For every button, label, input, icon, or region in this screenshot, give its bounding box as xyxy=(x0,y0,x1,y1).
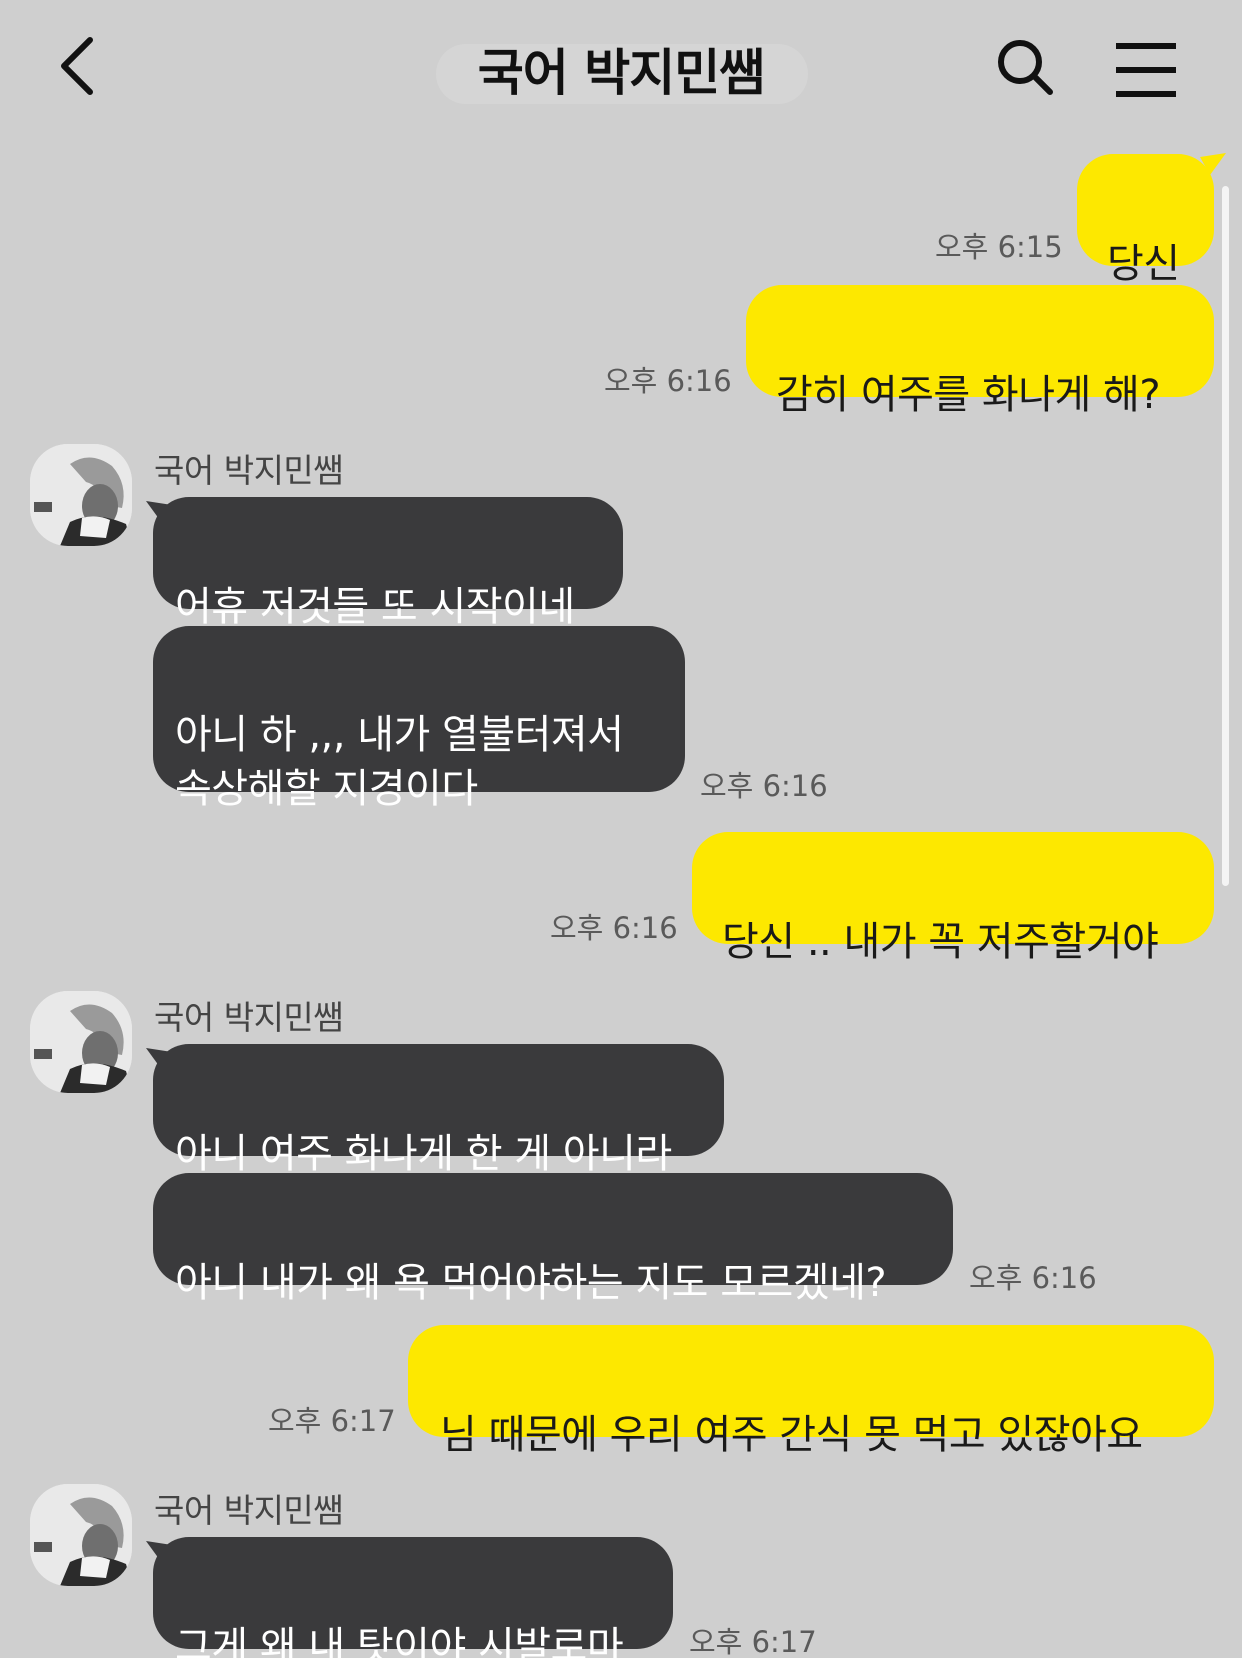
message-text: 감히 여주를 화나게 해? xyxy=(776,372,1161,418)
message-text: 님 때문에 우리 여주 간식 못 먹고 있잖아요 xyxy=(440,1412,1143,1458)
message-bubble-theirs[interactable]: 아니 내가 왜 욕 먹어야하는 지도 모르겠네? xyxy=(153,1173,953,1306)
message-bubble-mine[interactable]: 당신 .. 내가 꼭 저주할거야 xyxy=(692,832,1214,965)
message-bubble-theirs[interactable]: 아니 하 ,,, 내가 열불터져서 속상해할 지경이다 xyxy=(153,626,685,812)
avatar-photo xyxy=(30,1484,132,1586)
message-text: 당신 xyxy=(1107,241,1180,287)
search-icon xyxy=(998,40,1053,95)
message-time: 오후 6:16 xyxy=(550,911,678,945)
avatar[interactable] xyxy=(30,991,132,1093)
message-time: 오후 6:15 xyxy=(935,230,1063,264)
sender-name: 국어 박지민쌤 xyxy=(154,998,344,1037)
message-time: 오후 6:17 xyxy=(268,1404,396,1438)
message-bubble-theirs[interactable]: 아니 여주 화나게 한 게 아니라 xyxy=(153,1044,724,1177)
message-bubble-mine[interactable]: 님 때문에 우리 여주 간식 못 먹고 있잖아요 xyxy=(408,1325,1214,1458)
message-bubble-mine[interactable]: 당신 xyxy=(1077,154,1214,287)
message-text: 아니 하 ,,, 내가 열불터져서 속상해할 지경이다 xyxy=(175,712,624,812)
message-text: 아니 내가 왜 욕 먹어야하는 지도 모르겠네? xyxy=(175,1260,887,1306)
message-text: 그게 왜 내 탓이야 시발로마 xyxy=(175,1624,624,1658)
message-time: 오후 6:16 xyxy=(700,769,828,803)
hamburger-menu-icon xyxy=(1116,43,1176,97)
bubble-tail xyxy=(1200,153,1226,175)
message-time: 오후 6:16 xyxy=(604,364,732,398)
message-time: 오후 6:17 xyxy=(689,1625,817,1658)
sender-name: 국어 박지민쌤 xyxy=(154,1491,344,1530)
message-bubble-theirs[interactable]: 어휴 저것들 또 시작이네 xyxy=(153,497,623,630)
message-text: 어휴 저것들 또 시작이네 xyxy=(175,584,575,630)
chat-header: 국어 박지민쌤 xyxy=(0,0,1242,140)
sender-name: 국어 박지민쌤 xyxy=(154,451,344,490)
avatar-photo xyxy=(30,444,132,546)
message-time: 오후 6:16 xyxy=(969,1261,1097,1295)
scrollbar[interactable] xyxy=(1222,186,1229,886)
search-button[interactable] xyxy=(990,30,1070,110)
chat-screen: 국어 박지민쌤 당신 오후 6:15 감히 여주를 화나게 해? 오후 6:16 xyxy=(0,0,1242,1658)
avatar-photo xyxy=(30,991,132,1093)
message-text: 아니 여주 화나게 한 게 아니라 xyxy=(175,1131,672,1177)
avatar[interactable] xyxy=(30,1484,132,1586)
menu-button[interactable] xyxy=(1106,30,1186,110)
message-bubble-mine[interactable]: 감히 여주를 화나게 해? xyxy=(746,285,1214,418)
avatar[interactable] xyxy=(30,444,132,546)
message-bubble-theirs[interactable]: 그게 왜 내 탓이야 시발로마 xyxy=(153,1537,673,1658)
message-text: 당신 .. 내가 꼭 저주할거야 xyxy=(722,919,1159,965)
